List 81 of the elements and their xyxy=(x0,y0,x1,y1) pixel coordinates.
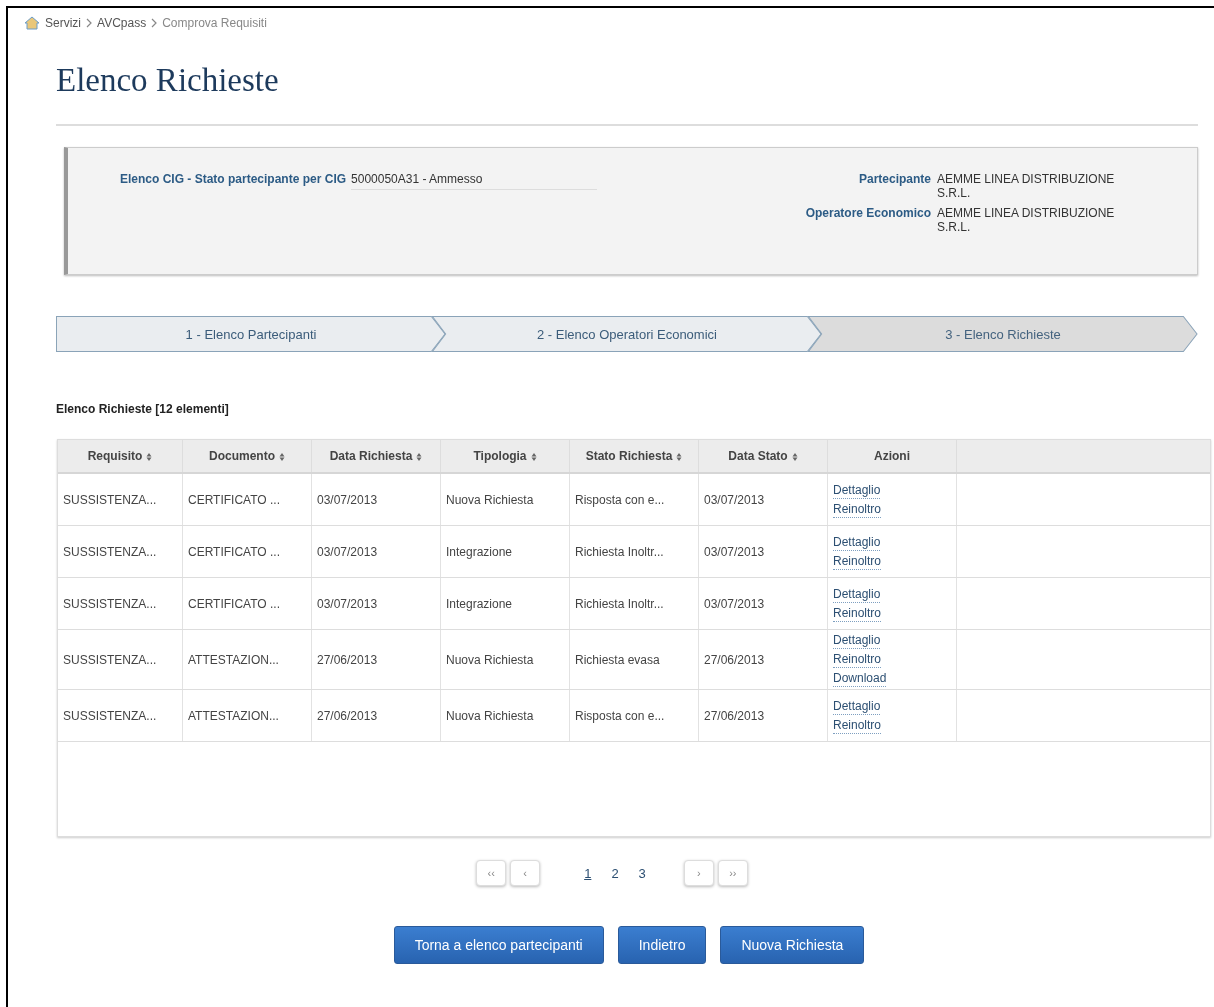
table-cell: 03/07/2013 xyxy=(311,473,441,526)
chevron-icon xyxy=(86,18,92,28)
page-link[interactable]: 2 xyxy=(611,865,619,881)
column-header[interactable]: Data Stato xyxy=(698,440,828,473)
table-cell: SUSSISTENZA... xyxy=(58,577,183,630)
table-cell: 27/06/2013 xyxy=(311,689,441,742)
table-cell: ATTESTAZION... xyxy=(182,689,312,742)
table-cell: CERTIFICATO ... xyxy=(182,473,312,526)
breadcrumb-link[interactable]: AVCpass xyxy=(97,16,147,30)
table-cell: 27/06/2013 xyxy=(698,629,828,690)
sort-icon xyxy=(791,451,798,462)
action-link[interactable]: Reinoltro xyxy=(833,716,882,734)
table-cell: Integrazione xyxy=(440,577,570,630)
table-cell: Nuova Richiesta xyxy=(440,629,570,690)
action-link[interactable]: Download xyxy=(833,670,887,687)
sort-icon xyxy=(676,451,683,462)
action-link[interactable]: Dettaglio xyxy=(833,481,881,499)
table-cell: SUSSISTENZA... xyxy=(58,629,183,690)
action-link[interactable]: Reinoltro xyxy=(833,651,882,668)
action-link[interactable]: Dettaglio xyxy=(833,697,881,715)
table-cell: Richiesta Inoltr... xyxy=(569,577,699,630)
table-cell: 03/07/2013 xyxy=(698,525,828,578)
table-cell: SUSSISTENZA... xyxy=(58,473,183,526)
sort-icon xyxy=(146,451,153,462)
page-link[interactable]: 1 xyxy=(584,865,592,881)
next-page-button[interactable]: › xyxy=(683,860,714,886)
step-tab[interactable]: 3 - Elenco Richieste xyxy=(808,316,1198,352)
field-label: Elenco CIG - Stato partecipante per CIG xyxy=(120,172,347,186)
list-heading: Elenco Richieste [12 elementi] xyxy=(56,402,230,416)
action-button[interactable]: Nuova Richiesta xyxy=(720,926,865,964)
step-tab[interactable]: 1 - Elenco Partecipanti xyxy=(56,316,446,352)
table-cell: Integrazione xyxy=(440,525,570,578)
table-cell: Nuova Richiesta xyxy=(440,473,570,526)
breadcrumb-link[interactable]: Servizi xyxy=(45,16,81,30)
column-header[interactable]: Requisito xyxy=(58,440,183,473)
table-cell: CERTIFICATO ... xyxy=(182,525,312,578)
table-cell: Nuova Richiesta xyxy=(440,689,570,742)
table-cell: 03/07/2013 xyxy=(311,525,441,578)
action-link[interactable]: Dettaglio xyxy=(833,585,881,603)
chevron-icon xyxy=(151,18,158,28)
table-cell: ATTESTAZION... xyxy=(182,629,312,690)
table-cell: SUSSISTENZA... xyxy=(58,689,183,742)
table-cell: Richiesta Inoltr... xyxy=(569,525,699,578)
table-cell: SUSSISTENZA... xyxy=(58,525,183,578)
step-tab[interactable]: 2 - Elenco Operatori Economici xyxy=(432,316,822,352)
action-link[interactable]: Reinoltro xyxy=(833,604,882,622)
home-icon[interactable] xyxy=(24,16,40,30)
field-value: AEMME LINEA DISTRIBUZIONE S.R.L. xyxy=(937,206,1116,234)
action-link[interactable]: Reinoltro xyxy=(833,500,882,518)
table-cell: Richiesta evasa xyxy=(569,629,699,690)
action-link[interactable]: Dettaglio xyxy=(833,533,881,551)
breadcrumb-link[interactable]: Comprova Requisiti xyxy=(162,16,267,30)
action-link[interactable]: Dettaglio xyxy=(833,632,881,649)
column-header: Azioni xyxy=(827,440,957,473)
field-label: Operatore Economico xyxy=(805,206,931,222)
table-cell: 27/06/2013 xyxy=(698,689,828,742)
table-cell: 03/07/2013 xyxy=(698,577,828,630)
table-cell: Risposta con e... xyxy=(569,689,699,742)
field-value: 5000050A31 - Ammesso xyxy=(351,172,598,190)
table-cell: 03/07/2013 xyxy=(698,473,828,526)
table-cell: CERTIFICATO ... xyxy=(182,577,312,630)
table-cell: 03/07/2013 xyxy=(311,577,441,630)
sort-icon xyxy=(416,451,423,462)
column-header[interactable]: Tipologia xyxy=(440,440,570,473)
sort-icon xyxy=(279,451,285,462)
page-link[interactable]: 3 xyxy=(638,865,646,881)
previous-page-button[interactable]: ‹ xyxy=(510,860,541,886)
column-header[interactable]: Stato Richiesta xyxy=(569,440,699,473)
table-cell: 27/06/2013 xyxy=(311,629,441,690)
sort-icon xyxy=(530,451,537,462)
last-page-button[interactable]: ›› xyxy=(717,860,748,886)
page-title: Elenco Richieste xyxy=(56,61,280,100)
table-cell: Risposta con e... xyxy=(569,473,699,526)
action-link[interactable]: Reinoltro xyxy=(833,552,882,570)
first-page-button[interactable]: ‹‹ xyxy=(476,860,507,886)
field-label: Partecipante xyxy=(857,172,931,188)
column-header[interactable]: Documento xyxy=(182,440,312,473)
column-header[interactable]: Data Richiesta xyxy=(311,440,441,473)
action-button[interactable]: Torna a elenco partecipanti xyxy=(393,926,604,964)
field-value: AEMME LINEA DISTRIBUZIONE S.R.L. xyxy=(937,172,1116,200)
action-button[interactable]: Indietro xyxy=(617,926,707,964)
